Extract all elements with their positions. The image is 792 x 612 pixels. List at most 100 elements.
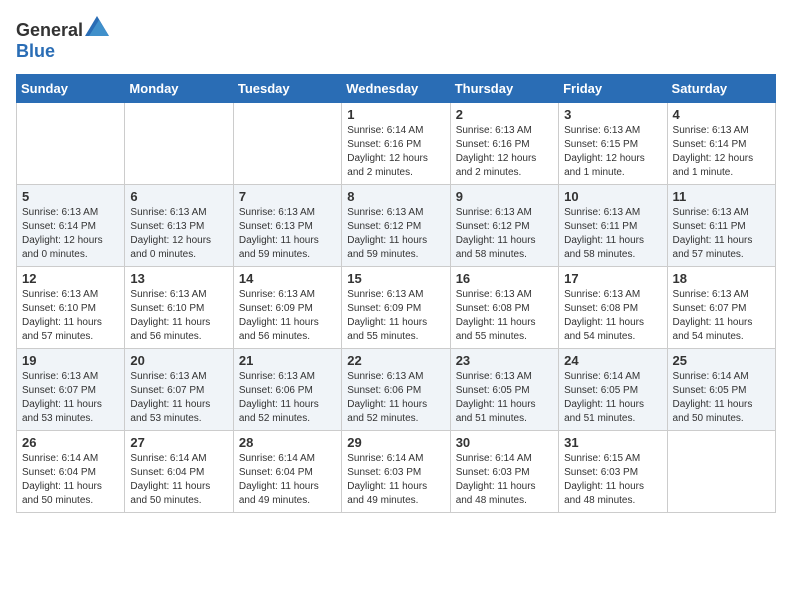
empty-cell [233,103,341,185]
day-info: Sunrise: 6:13 AM Sunset: 6:13 PM Dayligh… [239,206,336,262]
day-info: Sunrise: 6:13 AM Sunset: 6:12 PM Dayligh… [347,206,444,262]
day-number: 28 [239,435,336,450]
day-cell-13: 13 Sunrise: 6:13 AM Sunset: 6:10 PM Dayli… [125,267,233,349]
week-row-4: 19 Sunrise: 6:13 AM Sunset: 6:07 PM Dayli… [17,349,776,431]
day-number: 22 [347,353,444,368]
day-info: Sunrise: 6:13 AM Sunset: 6:07 PM Dayligh… [130,370,227,426]
day-number: 3 [564,107,661,122]
day-number: 30 [456,435,553,450]
weekday-friday: Friday [559,75,667,103]
day-number: 2 [456,107,553,122]
day-number: 29 [347,435,444,450]
day-cell-30: 30Sunrise: 6:14 AM Sunset: 6:03 PM Dayli… [450,431,558,513]
empty-cell [667,431,775,513]
weekday-sunday: Sunday [17,75,125,103]
day-cell-27: 27 Sunrise: 6:14 AM Sunset: 6:04 PM Dayli… [125,431,233,513]
day-cell-26: 26Sunrise: 6:14 AM Sunset: 6:04 PM Dayli… [17,431,125,513]
day-info: Sunrise: 6:13 AM Sunset: 6:13 PM Dayligh… [130,206,227,262]
day-number: 25 [673,353,770,368]
empty-cell [17,103,125,185]
logo-general: General [16,20,83,40]
day-info: Sunrise: 6:14 AM Sunset: 6:04 PM Dayligh… [130,452,227,508]
day-info: Sunrise: 6:13 AM Sunset: 6:14 PM Dayligh… [22,206,119,262]
day-info: Sunrise: 6:13 AM Sunset: 6:14 PM Dayligh… [673,124,770,180]
day-info: Sunrise: 6:13 AM Sunset: 6:08 PM Dayligh… [456,288,553,344]
day-info: Sunrise: 6:14 AM Sunset: 6:04 PM Dayligh… [239,452,336,508]
logo-blue: Blue [16,41,55,61]
day-number: 8 [347,189,444,204]
day-cell-2: 2Sunrise: 6:13 AM Sunset: 6:16 PM Daylig… [450,103,558,185]
day-cell-3: 3 Sunrise: 6:13 AM Sunset: 6:15 PM Daylig… [559,103,667,185]
day-cell-29: 29Sunrise: 6:14 AM Sunset: 6:03 PM Dayli… [342,431,450,513]
day-number: 21 [239,353,336,368]
day-number: 9 [456,189,553,204]
day-number: 24 [564,353,661,368]
page-header: General Blue [16,16,776,62]
day-cell-15: 15Sunrise: 6:13 AM Sunset: 6:09 PM Dayli… [342,267,450,349]
day-info: Sunrise: 6:13 AM Sunset: 6:07 PM Dayligh… [673,288,770,344]
week-row-2: 5 Sunrise: 6:13 AM Sunset: 6:14 PM Daylig… [17,185,776,267]
day-info: Sunrise: 6:13 AM Sunset: 6:12 PM Dayligh… [456,206,553,262]
week-row-3: 12Sunrise: 6:13 AM Sunset: 6:10 PM Dayli… [17,267,776,349]
day-info: Sunrise: 6:13 AM Sunset: 6:06 PM Dayligh… [347,370,444,426]
day-info: Sunrise: 6:13 AM Sunset: 6:10 PM Dayligh… [130,288,227,344]
day-cell-1: 1 Sunrise: 6:14 AM Sunset: 6:16 PM Daylig… [342,103,450,185]
day-cell-21: 21 Sunrise: 6:13 AM Sunset: 6:06 PM Dayli… [233,349,341,431]
day-number: 19 [22,353,119,368]
day-info: Sunrise: 6:13 AM Sunset: 6:08 PM Dayligh… [564,288,661,344]
weekday-wednesday: Wednesday [342,75,450,103]
weekday-header-row: SundayMondayTuesdayWednesdayThursdayFrid… [17,75,776,103]
day-number: 1 [347,107,444,122]
calendar-table: SundayMondayTuesdayWednesdayThursdayFrid… [16,74,776,513]
day-info: Sunrise: 6:13 AM Sunset: 6:09 PM Dayligh… [239,288,336,344]
day-number: 10 [564,189,661,204]
day-cell-12: 12Sunrise: 6:13 AM Sunset: 6:10 PM Dayli… [17,267,125,349]
weekday-tuesday: Tuesday [233,75,341,103]
day-number: 14 [239,271,336,286]
day-cell-7: 7 Sunrise: 6:13 AM Sunset: 6:13 PM Daylig… [233,185,341,267]
weekday-thursday: Thursday [450,75,558,103]
day-info: Sunrise: 6:13 AM Sunset: 6:09 PM Dayligh… [347,288,444,344]
day-cell-28: 28 Sunrise: 6:14 AM Sunset: 6:04 PM Dayli… [233,431,341,513]
day-number: 23 [456,353,553,368]
empty-cell [125,103,233,185]
weekday-saturday: Saturday [667,75,775,103]
day-info: Sunrise: 6:13 AM Sunset: 6:05 PM Dayligh… [456,370,553,426]
logo: General Blue [16,16,109,62]
day-number: 11 [673,189,770,204]
day-number: 5 [22,189,119,204]
day-number: 26 [22,435,119,450]
day-cell-11: 11 Sunrise: 6:13 AM Sunset: 6:11 PM Dayli… [667,185,775,267]
day-number: 7 [239,189,336,204]
day-info: Sunrise: 6:14 AM Sunset: 6:05 PM Dayligh… [564,370,661,426]
day-cell-4: 4Sunrise: 6:13 AM Sunset: 6:14 PM Daylig… [667,103,775,185]
day-cell-24: 24 Sunrise: 6:14 AM Sunset: 6:05 PM Dayli… [559,349,667,431]
day-info: Sunrise: 6:13 AM Sunset: 6:07 PM Dayligh… [22,370,119,426]
day-number: 31 [564,435,661,450]
day-cell-25: 25 Sunrise: 6:14 AM Sunset: 6:05 PM Dayli… [667,349,775,431]
day-cell-8: 8 Sunrise: 6:13 AM Sunset: 6:12 PM Daylig… [342,185,450,267]
day-cell-31: 31 Sunrise: 6:15 AM Sunset: 6:03 PM Dayli… [559,431,667,513]
day-number: 27 [130,435,227,450]
day-info: Sunrise: 6:15 AM Sunset: 6:03 PM Dayligh… [564,452,661,508]
day-info: Sunrise: 6:13 AM Sunset: 6:06 PM Dayligh… [239,370,336,426]
day-info: Sunrise: 6:13 AM Sunset: 6:11 PM Dayligh… [673,206,770,262]
day-cell-6: 6Sunrise: 6:13 AM Sunset: 6:13 PM Daylig… [125,185,233,267]
day-info: Sunrise: 6:14 AM Sunset: 6:16 PM Dayligh… [347,124,444,180]
day-cell-22: 22 Sunrise: 6:13 AM Sunset: 6:06 PM Dayli… [342,349,450,431]
day-cell-20: 20Sunrise: 6:13 AM Sunset: 6:07 PM Dayli… [125,349,233,431]
day-number: 13 [130,271,227,286]
weekday-monday: Monday [125,75,233,103]
day-info: Sunrise: 6:13 AM Sunset: 6:15 PM Dayligh… [564,124,661,180]
week-row-5: 26 Sunrise: 6:14 AM Sunset: 6:04 PM Dayli… [17,431,776,513]
day-cell-10: 10 Sunrise: 6:13 AM Sunset: 6:11 PM Dayli… [559,185,667,267]
day-number: 17 [564,271,661,286]
day-cell-23: 23 Sunrise: 6:13 AM Sunset: 6:05 PM Dayli… [450,349,558,431]
day-info: Sunrise: 6:14 AM Sunset: 6:05 PM Dayligh… [673,370,770,426]
day-info: Sunrise: 6:13 AM Sunset: 6:11 PM Dayligh… [564,206,661,262]
day-cell-18: 18 Sunrise: 6:13 AM Sunset: 6:07 PM Dayli… [667,267,775,349]
day-number: 18 [673,271,770,286]
day-info: Sunrise: 6:13 AM Sunset: 6:10 PM Dayligh… [22,288,119,344]
day-cell-16: 16Sunrise: 6:13 AM Sunset: 6:08 PM Dayli… [450,267,558,349]
logo-icon [85,16,109,36]
